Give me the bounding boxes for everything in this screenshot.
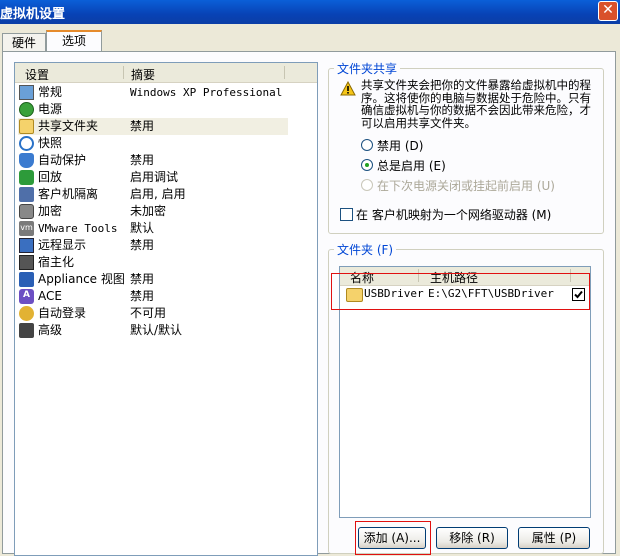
autoprotect-icon (19, 153, 34, 168)
appliance-view-icon (19, 272, 34, 287)
settings-item-label: VMware Tools (38, 222, 118, 235)
highlight-box-folder-row (331, 273, 590, 310)
advanced-icon (19, 323, 34, 338)
settings-item-autoprotect[interactable]: 自动保护 禁用 (18, 152, 288, 169)
column-header-summary[interactable]: 摘要 (131, 66, 155, 83)
settings-item-replay[interactable]: 回放 启用调试 (18, 169, 288, 186)
settings-item-label: 客户机隔离 (38, 187, 99, 201)
settings-item-summary: 默认/默认 (130, 323, 183, 337)
encryption-icon (19, 204, 34, 219)
settings-item-ace[interactable]: A ACE 禁用 (18, 288, 288, 305)
folders-group-title: 文件夹 (F) (334, 241, 397, 258)
title-bar: 虚拟机设置 ✕ (0, 0, 620, 24)
warning-icon (340, 81, 356, 96)
settings-list-header: 设置 摘要 (15, 63, 317, 83)
close-button[interactable]: ✕ (598, 1, 618, 21)
settings-item-summary: 默认 (130, 221, 155, 235)
settings-item-appliance-view[interactable]: Appliance 视图 禁用 (18, 271, 288, 288)
settings-item-label: 常规 (38, 85, 63, 99)
settings-item-label: Appliance 视图 (38, 272, 125, 286)
settings-item-summary: 禁用 (130, 238, 155, 252)
settings-item-summary: 未加密 (130, 204, 167, 218)
column-header-setting[interactable]: 设置 (25, 66, 49, 83)
snapshot-icon (19, 136, 34, 151)
tab-hardware[interactable]: 硬件 (2, 33, 46, 51)
settings-item-label: 宿主化 (38, 255, 75, 269)
settings-item-summary: 启用, 启用 (130, 187, 186, 201)
settings-item-summary: 禁用 (130, 289, 155, 303)
folder-icon (19, 119, 34, 134)
radio-disable-label[interactable]: 禁用 (D) (377, 137, 423, 154)
settings-item-label: 回放 (38, 170, 63, 184)
settings-item-label: 高级 (38, 323, 63, 337)
properties-button[interactable]: 属性 (P) (518, 527, 590, 549)
ace-icon: A (19, 289, 34, 304)
tab-options[interactable]: 选项 (46, 30, 102, 52)
remote-display-icon (19, 238, 34, 253)
settings-item-summary: 禁用 (130, 153, 155, 167)
settings-item-label: 共享文件夹 (38, 119, 99, 133)
settings-item-label: ACE (38, 289, 62, 303)
settings-item-summary: 禁用 (130, 119, 155, 133)
remove-button[interactable]: 移除 (R) (436, 527, 508, 549)
settings-item-label: 快照 (38, 136, 63, 150)
settings-item-advanced[interactable]: 高级 默认/默认 (18, 322, 288, 339)
replay-icon (19, 170, 34, 185)
settings-item-power[interactable]: 电源 (18, 101, 288, 118)
settings-item-shared-folders[interactable]: 共享文件夹 禁用 (18, 118, 288, 135)
map-network-drive-checkbox[interactable] (340, 208, 353, 221)
settings-item-general[interactable]: 常规 Windows XP Professional (18, 84, 288, 101)
settings-item-summary: 不可用 (130, 306, 167, 320)
radio-enable-until-poweroff (361, 179, 373, 191)
settings-item-remote-display[interactable]: 远程显示 禁用 (18, 237, 288, 254)
general-monitor-icon (19, 85, 34, 100)
settings-item-summary: 禁用 (130, 272, 155, 286)
settings-list[interactable]: 设置 摘要 常规 Windows XP Professional 电源 共享文件… (14, 62, 318, 556)
settings-item-encryption[interactable]: 加密 未加密 (18, 203, 288, 220)
settings-item-vmware-tools[interactable]: vm VMware Tools 默认 (18, 220, 288, 237)
radio-disable[interactable] (361, 139, 373, 151)
settings-item-label: 加密 (38, 204, 63, 218)
settings-item-summary: 启用调试 (130, 170, 179, 184)
vmware-tools-icon: vm (19, 221, 34, 236)
settings-item-label: 电源 (38, 102, 63, 116)
close-icon: ✕ (602, 2, 614, 18)
power-icon (19, 102, 34, 117)
unity-host-icon (19, 255, 34, 270)
folder-sharing-group-title: 文件夹共享 (334, 60, 401, 77)
radio-always-enable-label[interactable]: 总是启用 (E) (377, 157, 446, 174)
radio-always-enable[interactable] (361, 159, 373, 171)
window-title: 虚拟机设置 (0, 7, 66, 22)
settings-item-snapshots[interactable]: 快照 (18, 135, 288, 152)
radio-enable-until-poweroff-label: 在下次电源关闭或挂起前启用 (U) (377, 179, 555, 193)
autologin-icon (19, 306, 34, 321)
map-network-drive-label[interactable]: 在 客户机映射为一个网络驱动器 (M) (356, 206, 551, 223)
settings-item-autologin[interactable]: 自动登录 不可用 (18, 305, 288, 322)
settings-item-guest-isolation[interactable]: 客户机隔离 启用, 启用 (18, 186, 288, 203)
settings-item-unity-host[interactable]: 宿主化 (18, 254, 288, 271)
settings-item-label: 远程显示 (38, 238, 87, 252)
settings-item-summary: Windows XP Professional (130, 86, 283, 99)
guest-isolation-icon (19, 187, 34, 202)
add-button[interactable]: 添加 (A)... (358, 527, 426, 549)
settings-item-label: 自动登录 (38, 306, 87, 320)
sharing-warning-text: 共享文件夹会把你的文件暴露给虚拟机中的程序。这将使你的电脑与数据处于危险中。只有… (361, 78, 591, 130)
settings-item-label: 自动保护 (38, 153, 87, 167)
